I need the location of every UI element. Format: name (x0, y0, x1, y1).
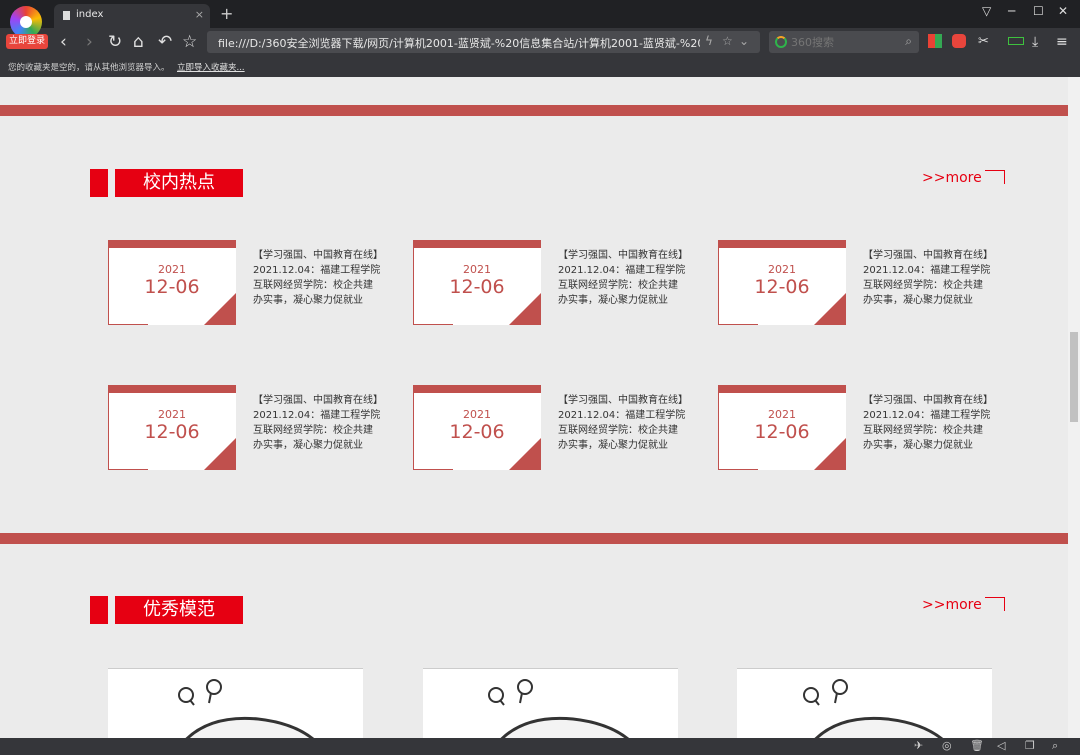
tab-title: index (76, 9, 104, 20)
browser-chrome: 立即登录 index × + ▽ ─ ☐ ✕ ‹ › ↻ ⌂ ↶ ☆ file:… (0, 0, 1080, 77)
section-marker (90, 596, 108, 624)
search-input[interactable] (791, 34, 901, 50)
news-year: 2021 (463, 263, 491, 276)
more-link[interactable]: >>more (922, 170, 982, 186)
news-year: 2021 (158, 408, 186, 421)
home-icon[interactable]: ⌂ (133, 31, 144, 53)
scissors-icon[interactable]: ✂ (978, 31, 989, 53)
navigation-bar: ‹ › ↻ ⌂ ↶ ☆ file:///D:/360安全浏览器下载/网页/计算机… (0, 28, 1080, 56)
section-title: 优秀模范 (115, 596, 243, 624)
model-photo[interactable] (423, 668, 678, 738)
scrollbar-thumb[interactable] (1070, 332, 1078, 422)
section-title: 校内热点 (115, 169, 243, 197)
chevron-down-icon[interactable]: ⌄ (739, 34, 749, 48)
network-icon[interactable]: ◎ (942, 739, 952, 752)
tab-index[interactable]: index × (54, 4, 210, 28)
vertical-scrollbar[interactable] (1068, 77, 1080, 738)
news-day: 12-06 (449, 276, 505, 298)
lightning-icon[interactable]: ϟ (705, 34, 713, 48)
document-icon (63, 11, 70, 20)
date-box: 2021 12-06 (718, 385, 846, 470)
date-box: 2021 12-06 (108, 385, 236, 470)
undo-close-icon[interactable]: ↶ (158, 31, 172, 53)
status-bar: ✈ ◎ 🗑 ◁ ❐ ⌕ (0, 738, 1080, 755)
divider-line (0, 105, 1068, 116)
news-text[interactable]: 【学习强国、中国教育在线】2021.12.04：福建工程学院互联网经贸学院：校企… (863, 248, 991, 308)
star-icon[interactable]: ☆ (722, 34, 733, 48)
news-day: 12-06 (754, 421, 810, 443)
new-tab-button[interactable]: + (220, 4, 233, 23)
bookmark-empty-message: 您的收藏夹是空的，请从其他浏览器导入。 (8, 63, 170, 73)
menu-icon[interactable]: ≡ (1056, 31, 1068, 53)
date-box: 2021 12-06 (718, 240, 846, 325)
import-bookmarks-link[interactable]: 立即导入收藏夹... (177, 61, 245, 73)
news-card[interactable]: 2021 12-06 【学习强国、中国教育在线】2021.12.04：福建工程学… (108, 385, 398, 471)
window-icon[interactable]: ❐ (1025, 739, 1035, 752)
news-text[interactable]: 【学习强国、中国教育在线】2021.12.04：福建工程学院互联网经贸学院：校企… (253, 393, 381, 453)
bookmark-bar: 您的收藏夹是空的，请从其他浏览器导入。 立即导入收藏夹... (0, 56, 1080, 77)
news-year: 2021 (768, 263, 796, 276)
more-decoration (985, 170, 1005, 184)
speedup-icon[interactable]: ✈ (914, 739, 923, 752)
more-link[interactable]: >>more (922, 597, 982, 613)
url-text: file:///D:/360安全浏览器下载/网页/计算机2001-蓝贤斌-%20… (218, 37, 700, 50)
date-box: 2021 12-06 (413, 240, 541, 325)
zoom-icon[interactable]: ⌕ (1052, 739, 1058, 753)
download-icon[interactable]: ⤓ (1032, 31, 1038, 53)
model-photo[interactable] (108, 668, 363, 738)
news-text[interactable]: 【学习强国、中国教育在线】2021.12.04：福建工程学院互联网经贸学院：校企… (558, 393, 686, 453)
address-bar[interactable]: file:///D:/360安全浏览器下载/网页/计算机2001-蓝贤斌-%20… (207, 31, 760, 53)
close-window-button[interactable]: ✕ (1058, 4, 1068, 18)
search-box[interactable]: ⌕ (769, 31, 919, 53)
divider-line (0, 533, 1068, 544)
cartoon-illustration (178, 679, 315, 738)
cartoon-illustration (803, 679, 944, 738)
cartoon-illustration (488, 679, 630, 738)
date-box: 2021 12-06 (413, 385, 541, 470)
news-year: 2021 (463, 408, 491, 421)
page-content: 校内热点 >>more 2021 12-06 【学习强国、中国教育在线】2021… (0, 77, 1068, 738)
search-icon[interactable]: ⌕ (905, 34, 912, 49)
game-icon[interactable] (952, 34, 966, 48)
news-text[interactable]: 【学习强国、中国教育在线】2021.12.04：福建工程学院互联网经贸学院：校企… (253, 248, 381, 308)
refresh-icon[interactable]: ↻ (108, 31, 122, 53)
more-decoration (985, 597, 1005, 611)
section-marker (90, 169, 108, 197)
news-card[interactable]: 2021 12-06 【学习强国、中国教育在线】2021.12.04：福建工程学… (413, 385, 703, 471)
forward-icon[interactable]: › (86, 31, 93, 53)
news-year: 2021 (768, 408, 796, 421)
maximize-button[interactable]: ☐ (1033, 4, 1044, 18)
apps-icon[interactable] (928, 34, 942, 48)
skin-icon[interactable]: ▽ (982, 4, 991, 18)
minimize-button[interactable]: ─ (1008, 4, 1015, 18)
news-year: 2021 (158, 263, 186, 276)
favorite-star-icon[interactable]: ☆ (182, 31, 197, 53)
news-day: 12-06 (449, 421, 505, 443)
back-icon[interactable]: ‹ (60, 31, 67, 53)
news-text[interactable]: 【学习强国、中国教育在线】2021.12.04：福建工程学院互联网经贸学院：校企… (863, 393, 991, 453)
news-day: 12-06 (144, 276, 200, 298)
date-box: 2021 12-06 (108, 240, 236, 325)
battery-icon[interactable] (1008, 37, 1024, 45)
news-day: 12-06 (754, 276, 810, 298)
news-card[interactable]: 2021 12-06 【学习强国、中国教育在线】2021.12.04：福建工程学… (718, 385, 1008, 471)
news-text[interactable]: 【学习强国、中国教育在线】2021.12.04：福建工程学院互联网经贸学院：校企… (558, 248, 686, 308)
news-card[interactable]: 2021 12-06 【学习强国、中国教育在线】2021.12.04：福建工程学… (718, 240, 1008, 326)
trash-icon[interactable]: 🗑 (970, 739, 984, 752)
search-engine-icon (775, 36, 787, 48)
tab-close-button[interactable]: × (195, 8, 204, 21)
news-day: 12-06 (144, 421, 200, 443)
news-card[interactable]: 2021 12-06 【学习强国、中国教育在线】2021.12.04：福建工程学… (413, 240, 703, 326)
volume-icon[interactable]: ◁ (997, 739, 1005, 752)
tab-bar: 立即登录 index × + ▽ ─ ☐ ✕ (0, 0, 1080, 49)
news-card[interactable]: 2021 12-06 【学习强国、中国教育在线】2021.12.04：福建工程学… (108, 240, 398, 326)
model-photo[interactable] (737, 668, 992, 738)
